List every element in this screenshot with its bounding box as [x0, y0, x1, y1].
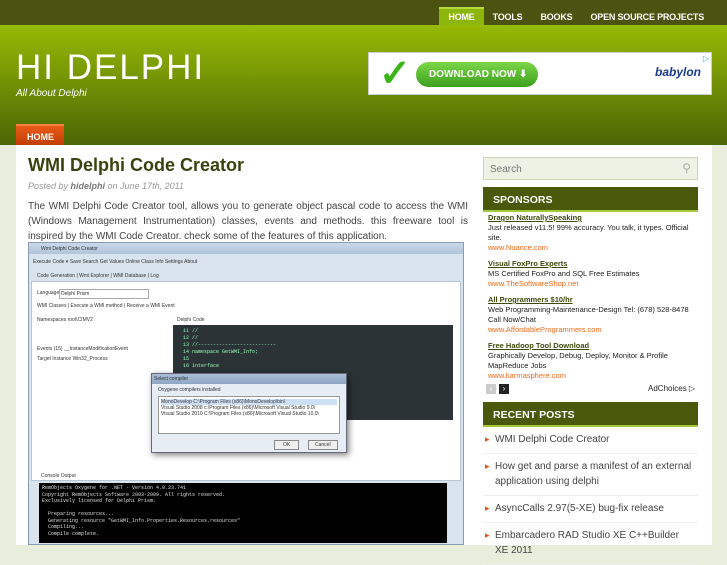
- ad-title[interactable]: Dragon NaturallySpeaking: [488, 213, 698, 223]
- ad-url[interactable]: www.Nuance.com: [488, 243, 698, 253]
- chevron-right-icon[interactable]: ›: [499, 384, 509, 394]
- banner-ad[interactable]: ✓ DOWNLOAD NOW ⬇ babylon ▷: [368, 52, 712, 95]
- site-title[interactable]: HI DELPHI: [16, 48, 205, 88]
- sponsor-ad[interactable]: Free Hadoop Tool Download Graphically Dev…: [488, 341, 698, 381]
- post-meta: Posted by hidelphi on June 17th, 2011: [28, 181, 184, 191]
- ad-title[interactable]: All Programmers $10/hr: [488, 295, 698, 305]
- events-field: Events (15) __InstanceModificationEvent: [37, 346, 128, 352]
- posted-by: Posted by: [28, 181, 71, 191]
- subnav-home[interactable]: HOME: [16, 124, 64, 145]
- ad-text: Graphically Develop, Debug, Deploy, Moni…: [488, 351, 668, 370]
- target-field: Target Instance Win32_Process: [37, 356, 108, 362]
- download-now-button[interactable]: DOWNLOAD NOW ⬇: [416, 62, 538, 87]
- sponsor-ad[interactable]: All Programmers $10/hr Web Programming-Ma…: [488, 295, 698, 335]
- code-tab: Delphi Code: [177, 317, 205, 323]
- ad-text: MS Certified FoxPro and SQL Free Estimat…: [488, 269, 640, 278]
- checkmark-icon: ✓: [379, 53, 411, 95]
- adchoices-icon[interactable]: ▷: [703, 54, 709, 63]
- nav-home[interactable]: HOME: [439, 7, 484, 25]
- recent-post-link[interactable]: WMI Delphi Code Creator: [483, 427, 698, 454]
- sponsors-title: SPONSORS: [483, 187, 698, 212]
- search-input[interactable]: Search ⚲: [483, 157, 698, 180]
- language-label: Language: [37, 290, 60, 296]
- recent-posts-title: RECENT POSTS: [483, 402, 698, 427]
- search-icon[interactable]: ⚲: [682, 161, 691, 175]
- chevron-left-icon[interactable]: ‹: [486, 384, 496, 394]
- nav-open-source-projects[interactable]: OPEN SOURCE PROJECTS: [581, 7, 713, 25]
- language-select: Delphi Prism: [59, 289, 149, 299]
- ad-brand: babylon: [654, 65, 701, 79]
- post-author[interactable]: hidelphi: [71, 181, 106, 191]
- ad-url[interactable]: www.TheSoftwareShop.net: [488, 279, 698, 289]
- ad-text: Just released v11.5! 99% accuracy. You t…: [488, 223, 689, 242]
- compiler-row: Visual Studio 2010 C:\Program Files (x86…: [161, 411, 319, 417]
- app-toolbar: Execute Code ▾ Save Search Get Values On…: [33, 259, 198, 265]
- ad-url[interactable]: www.karmasphere.com: [488, 371, 698, 381]
- dialog-cancel-button: Cancel: [308, 440, 338, 450]
- search-placeholder: Search: [490, 164, 522, 175]
- nav-tools[interactable]: TOOLS: [484, 7, 532, 25]
- tagline: All About Delphi: [16, 88, 87, 99]
- code-text: 11 // 12 // 13 //-----------------------…: [183, 328, 277, 369]
- window-titlebar: Wmi Delphi Code Creator: [29, 243, 463, 254]
- main-nav: HOME TOOLS BOOKS OPEN SOURCE PROJECTS: [439, 7, 713, 25]
- recent-post-link[interactable]: AsyncCalls 2.97(5-XE) bug-fix release: [483, 496, 698, 523]
- nav-books[interactable]: BOOKS: [531, 7, 581, 25]
- app-screenshot[interactable]: Wmi Delphi Code Creator Execute Code ▾ S…: [28, 242, 464, 545]
- ad-url[interactable]: www.AffordableProgrammers.com: [488, 325, 698, 335]
- namespaces-field: Namespaces root\CIMV2: [37, 317, 93, 323]
- ad-title[interactable]: Visual FoxPro Experts: [488, 259, 698, 269]
- ad-pager: ‹ ›: [486, 384, 509, 394]
- select-compiler-dialog: Select compiler Oxygene compilers instal…: [151, 373, 347, 453]
- dialog-label: Oxygene compilers installed: [158, 387, 221, 393]
- post-body: The WMI Delphi Code Creator tool, allows…: [28, 201, 468, 242]
- post-title[interactable]: WMI Delphi Code Creator: [28, 155, 244, 176]
- app-subtabs: WMI Classes | Execute a WMI method | Rec…: [37, 303, 175, 309]
- dialog-title: Select compiler: [152, 374, 346, 384]
- ad-title[interactable]: Free Hadoop Tool Download: [488, 341, 698, 351]
- window-title: Wmi Delphi Code Creator: [41, 246, 98, 252]
- ad-text: Web Programming-Maintenance-Design Tel: …: [488, 305, 689, 324]
- header: HI DELPHI All About Delphi ✓ DOWNLOAD NO…: [0, 25, 727, 145]
- dialog-ok-button: OK: [274, 440, 300, 450]
- sponsor-ad[interactable]: Visual FoxPro Experts MS Certified FoxPro…: [488, 259, 698, 289]
- app-tabs: Code Generation | Wmi Explorer | WMI Dat…: [37, 273, 159, 279]
- post-date: on June 17th, 2011: [105, 181, 184, 191]
- sponsor-ad[interactable]: Dragon NaturallySpeaking Just released v1…: [488, 213, 698, 253]
- recent-posts-list: WMI Delphi Code Creator How get and pars…: [483, 427, 698, 565]
- sponsor-ads: Dragon NaturallySpeaking Just released v1…: [488, 213, 698, 387]
- recent-post-link[interactable]: Embarcadero RAD Studio XE C++Builder XE …: [483, 523, 698, 565]
- console-tab: Console Output: [41, 473, 76, 479]
- recent-post-link[interactable]: How get and parse a manifest of an exter…: [483, 454, 698, 496]
- console-output: RemObjects Oxygene for .NET - Version 4.…: [39, 483, 447, 543]
- top-bar: HOME TOOLS BOOKS OPEN SOURCE PROJECTS: [0, 0, 727, 25]
- adchoices-link[interactable]: AdChoices ▷: [648, 384, 695, 393]
